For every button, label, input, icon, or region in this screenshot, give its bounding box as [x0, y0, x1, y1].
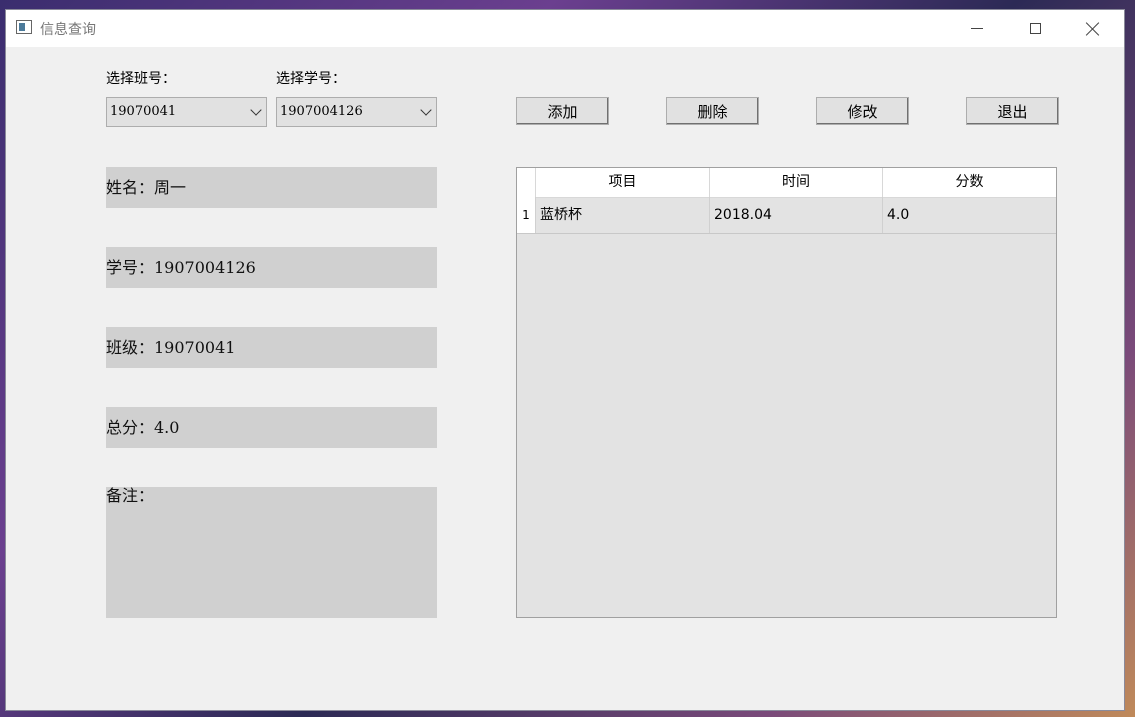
maximize-button[interactable] — [1007, 10, 1063, 47]
total-score-display: 总分：4.0 — [106, 407, 437, 448]
column-header-score[interactable]: 分数 — [882, 168, 1056, 197]
column-header-time[interactable]: 时间 — [709, 168, 882, 197]
exit-button[interactable]: 退出 — [966, 97, 1059, 125]
class-select-value: 19070041 — [110, 104, 177, 119]
cell-time[interactable]: 2018.04 — [709, 197, 882, 233]
window-title: 信息查询 — [40, 22, 96, 38]
class-select-label: 选择班号： — [106, 71, 176, 87]
title-bar: 信息查询 — [6, 10, 1124, 47]
chevron-down-icon — [250, 104, 262, 116]
score-table: 项目 时间 分数 1 蓝桥杯 2018.04 4.0 — [516, 167, 1057, 618]
student-select[interactable]: 1907004126 — [276, 97, 437, 127]
class-select[interactable]: 19070041 — [106, 97, 267, 127]
maximize-icon — [1029, 23, 1041, 34]
edit-button[interactable]: 修改 — [816, 97, 909, 125]
close-button[interactable] — [1065, 10, 1121, 47]
column-header-item[interactable]: 项目 — [535, 168, 709, 197]
minimize-icon — [971, 28, 983, 29]
table-row[interactable]: 1 蓝桥杯 2018.04 4.0 — [517, 197, 1056, 234]
app-window: 信息查询 选择班号： 选择学号： 19070041 1907004126 添加 … — [6, 10, 1124, 710]
add-button[interactable]: 添加 — [516, 97, 609, 125]
student-select-value: 1907004126 — [280, 104, 363, 119]
remark-label: 备注： — [106, 486, 155, 505]
delete-button[interactable]: 删除 — [666, 97, 759, 125]
table-header: 项目 时间 分数 — [517, 168, 1056, 198]
student-id-display: 学号：1907004126 — [106, 247, 437, 288]
class-display: 班级：19070041 — [106, 327, 437, 368]
minimize-button[interactable] — [949, 10, 1005, 47]
close-icon — [1086, 22, 1100, 36]
student-select-label: 选择学号： — [276, 71, 346, 87]
cell-score[interactable]: 4.0 — [882, 197, 1056, 233]
row-number[interactable]: 1 — [517, 197, 535, 233]
name-display: 姓名：周一 — [106, 167, 437, 208]
cell-item[interactable]: 蓝桥杯 — [535, 197, 709, 233]
table-corner — [517, 168, 535, 197]
chevron-down-icon — [420, 104, 432, 116]
remark-display: 备注： — [106, 487, 437, 618]
app-icon — [16, 20, 32, 34]
